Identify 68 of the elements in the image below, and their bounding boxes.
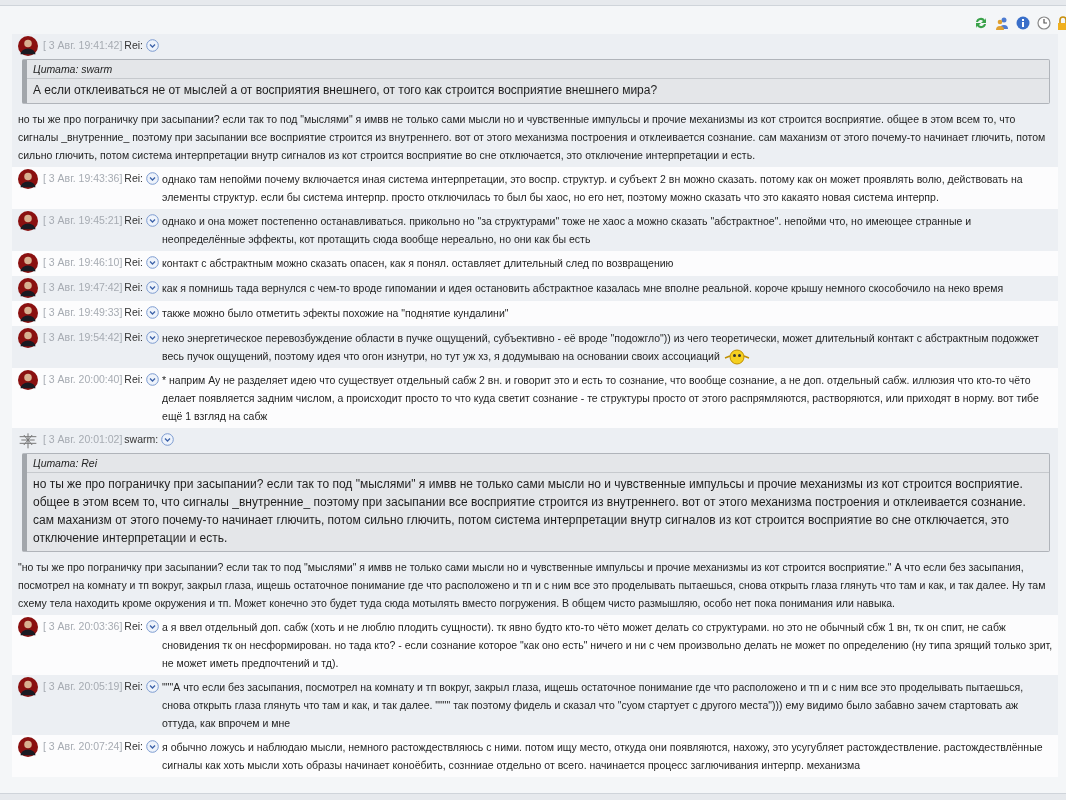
quote-text: но ты же про пограничку при засыпании? если так то под "мыслями" я имвв не только сами мысли но и чувственные импульсы и прочие механизмы из кот строится восприятие. общее в этом всем то, что сигналы _внутренние_ поэтому при засыпании все восприятие строится из внутреннего. вот от этого механизма построения и отклеивается сознание. сам маханизм от этого почему-то начинает глючить, потом сильно глючить, потом система интерпретации внутр сигналов из кот строится восприятие во сне отключается, это отключение интерпретации и есть. [32, 476, 1027, 548]
message-text: также можно было отметить эфекты похожие на "поднятие кундалини" [162, 306, 510, 321]
message-text: как я помнишь тада вернулся с чем-то вроде гипомании и идея остановить абстрактное казалась мне вполне реальной. короче крышу немного скособочило на неко время [162, 281, 1005, 296]
message-time: [ 3 Авг. 19:41:42] [43, 38, 123, 53]
message-text: неко энергетическое перевозбуждение области в пучке ощущений, субъективно - её вроде "подожгло")) из чего теоретически, может длительный контакт с абстрактным подожжет весь пучок ощущений, поэтому идея что огон изнутри, но тут уж хз, я додумываю на основании своих ассоциаций [162, 329, 1054, 366]
avatar-icon[interactable] [18, 370, 38, 391]
message-text: но ты же про пограничку при засыпании? если так то под "мыслями" я имвв не только сами мысли но и чувственные импульсы и прочие механизмы из кот строится восприятие. общее в этом всем то, что сигналы _внутренние_ поэтому при засыпании все восприятие строится из внутреннего. вот от этого механизма построения и отклеивается сознание. сам маханизм от этого почему-то начинает глючить, потом сильно глючить, потом система интерпретации внутр сигналов из кот строится восприятие во сне отключается, это отключение интерпретации и есть. [18, 112, 1047, 163]
avatar-icon[interactable] [18, 677, 38, 698]
message-time: [ 3 Авг. 20:05:19] [43, 679, 123, 695]
users-icon[interactable] [995, 16, 1009, 30]
dropdown-icon[interactable] [146, 373, 160, 387]
dropdown-icon[interactable] [146, 306, 160, 319]
message-time: [ 3 Авг. 20:07:24] [43, 739, 123, 755]
author-name[interactable]: Rei: [124, 279, 144, 296]
dropdown-icon[interactable] [146, 256, 160, 269]
message-time: [ 3 Авг. 19:43:36] [43, 171, 123, 186]
quote-text: А если отклеиваться не от мыслей а от восприятия внешнего, от того как строится восприятие внешнего мира? [32, 82, 659, 99]
author-name[interactable]: Rei: [124, 618, 144, 636]
refresh-icon[interactable] [974, 16, 988, 30]
avatar-icon[interactable] [18, 211, 38, 231]
dropdown-icon[interactable] [146, 172, 160, 185]
message-time: [ 3 Авг. 19:47:42] [43, 280, 123, 295]
author-name[interactable]: Rei: [124, 170, 144, 187]
message-text: "но ты же про пограничку при засыпании? если так то под "мыслями" я имвв не только сами мысли но и чувственные импульсы и прочие механизмы из кот строится восприятие." А что если без засыпания, посмотрел на комнату и тп вокруг, закрыл глаза, ищешь остаточное понимание где что расположено и тп и с ним все это проделывать пытаешься, снова открыть глаза глянуть что там и как, и так далее. Ну там схему тела находить кроме окружения и тп. Может конечно это будет туда сюда мотылять вместо погружения. В общем чисто размышляю, особо нет пока понимания или навыка. [18, 560, 1047, 612]
quote-label: Цитата: Rei [27, 454, 1049, 474]
dropdown-icon[interactable] [146, 214, 160, 227]
author-name[interactable]: Rei: [124, 37, 144, 54]
message-text: однако там непойми почему включается иная система интерпретации, это воспр. структур. и субъект 2 вн можно сказать. потому как он может проявлять волю, действовать на элементы структур. если бы система интерпр. просто отключилась то был бы хаос, но его нет, поэтому можно сказать что это какаято новая система интерпр. [162, 172, 1024, 205]
message-text: """А что если без засыпания, посмотрел на комнату и тп вокруг, закрыл глаза, ищешь остаточное понимание где что расположено и тп и с ним все это проделывать пытаешься, снова открыть глаза глянуть что там и как, и так далее. """" так поэтому фидель и сказал что "суом стартует с другого места"))) ему видимо было забавно зачем стартовать аж оттуда, как впрочем и мне [162, 680, 1025, 732]
avatar-icon[interactable] [18, 36, 38, 56]
author-name[interactable]: Rei: [124, 329, 144, 346]
avatar-icon[interactable] [18, 617, 38, 638]
info-icon[interactable] [1016, 16, 1030, 30]
author-name[interactable]: swarm: [124, 431, 159, 449]
author-name[interactable]: Rei: [124, 738, 144, 756]
avatar-icon[interactable] [18, 253, 38, 273]
avatar-icon[interactable] [18, 303, 38, 323]
dropdown-icon[interactable] [146, 331, 160, 344]
message-time: [ 3 Авг. 19:46:10] [43, 255, 123, 270]
dropdown-icon[interactable] [146, 740, 160, 754]
avatar-icon[interactable] [18, 278, 38, 298]
avatar-icon[interactable] [18, 169, 38, 189]
author-name[interactable]: Rei: [124, 254, 144, 271]
author-name[interactable]: Rei: [124, 212, 144, 229]
quote-label: Цитата: swarm [27, 60, 1049, 79]
message-text: однако и она может постепенно останавливаться. прикольно но "за структурами" тоже не хаос а можно сказать "абстрактное". непойми что, но имеющее странные и неопределённые эффекты, кот протащить сюда вообще нереально, но они как бы есть [162, 214, 973, 247]
message-text: а я ввел отдельный доп. сабж (хоть и не люблю плодить сущности). тк явно будто кто-то чёто может делать со структурами. но это не обычный сбж 1 вн, тк он спит, не сабж сновидения тк он несформирован. но тада кто? - если сознание которое "как оно есть" ничего и ни с чем произвольно делать не может по определению (ну типа зрящий только зрит, не может иметь предпочтений и тд). [162, 620, 1054, 672]
message-text: * наприм Ау не разделяет идею что существует отдельный сабж 2 вн. и говорит это и есть то сознание, что вообще сознание, а не доп. отдельный сабж. иллюзия что кто-то чёто делает появляется задним числом, а происходит просто то что куда светит сознание - те структуры просто от этого распрямляются, растворяются, или приходят в норму. вот тибе ещё 1 взгляд на сабж [162, 373, 1040, 425]
dropdown-icon[interactable] [146, 620, 160, 634]
author-name[interactable]: Rei: [124, 304, 144, 321]
dropdown-icon[interactable] [146, 39, 160, 52]
avatar-icon[interactable] [18, 737, 38, 758]
lock-icon[interactable] [1058, 16, 1066, 30]
dropdown-icon[interactable] [146, 680, 160, 694]
message-time: [ 3 Авг. 20:00:40] [43, 372, 123, 388]
message-time: [ 3 Авг. 20:01:02] [43, 432, 123, 448]
dropdown-icon[interactable] [161, 433, 175, 447]
avatar-icon[interactable] [18, 328, 38, 348]
clock-icon[interactable] [1037, 16, 1051, 30]
message-text: контакт с абстрактным можно сказать опасен, как я понял. оставляет длительный след по возвращению [162, 256, 675, 271]
message-text: я обычно ложусь и наблюдаю мысли, немного растождествляюсь с ними. потом ищу место, откуда они появляются, нахожу, это усугубляет растождествление. растождествлённые сигналы как хоть мысли хоть образы начинает коноёбить, сознниае отдельно от всего. начинается процесс заглючивания интерпр. механизма [162, 740, 1044, 774]
message-time: [ 3 Авг. 20:03:36] [43, 619, 123, 635]
author-name[interactable]: Rei: [124, 678, 144, 696]
author-name[interactable]: Rei: [124, 371, 144, 389]
dropdown-icon[interactable] [146, 281, 160, 294]
message-time: [ 3 Авг. 19:49:33] [43, 305, 123, 320]
message-time: [ 3 Авг. 19:54:42] [43, 330, 123, 345]
message-time: [ 3 Авг. 19:45:21] [43, 213, 123, 228]
